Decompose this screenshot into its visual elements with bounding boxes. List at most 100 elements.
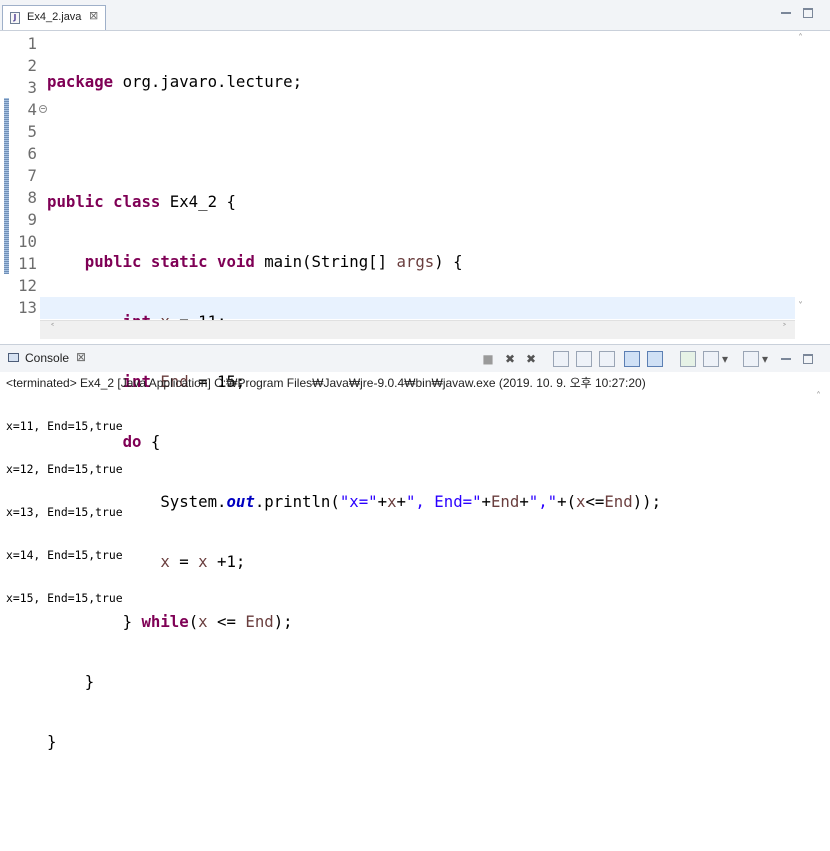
scroll-right-icon[interactable]: ˃ <box>782 323 787 334</box>
maximize-editor-icon[interactable] <box>803 8 813 18</box>
code-token: } <box>47 672 95 691</box>
close-tab-icon[interactable]: ⊠ <box>89 9 98 22</box>
code-text[interactable]: package org.javaro.lecture; public class… <box>47 33 661 851</box>
scroll-left-icon[interactable]: ˂ <box>50 323 55 334</box>
keyword: public static void <box>84 252 255 271</box>
scroll-down-icon[interactable]: ˅ <box>798 301 803 312</box>
fold-collapse-icon[interactable]: − <box>39 105 47 113</box>
line-number-with-fold: 4− <box>9 99 47 121</box>
code-token: ); <box>273 612 293 631</box>
local-variable: x <box>198 552 208 571</box>
code-token: System. <box>160 492 227 511</box>
code-editor[interactable]: 1 2 3 4− 5 6 7 8 9 10 11 12 13 package o… <box>0 31 830 751</box>
local-variable: x <box>576 492 586 511</box>
string-literal: "x=" <box>339 492 378 511</box>
line-number: 5 <box>27 122 37 141</box>
scroll-up-icon[interactable]: ˄ <box>816 391 821 402</box>
show-console-on-error-icon[interactable] <box>647 351 663 367</box>
editor-vertical-scrollbar[interactable]: ˄ ˅ <box>795 31 809 319</box>
code-line-9: x = x +1; <box>47 551 661 573</box>
editor-tab-bar: J Ex4_2.java ⊠ <box>0 0 830 31</box>
console-tab[interactable]: Console ⊠ <box>0 345 96 373</box>
code-line-8: System.out.println("x="+x+", End="+End+"… <box>47 491 661 513</box>
line-number: 4 <box>27 100 37 119</box>
show-console-on-output-icon[interactable] <box>624 351 640 367</box>
code-token: ( <box>188 612 199 631</box>
line-number: 6 <box>27 144 37 163</box>
line-number: 8 <box>27 188 37 207</box>
console-view-header: Console ⊠ ■ ✖ ✖ ▾ ▾ <box>0 344 830 372</box>
line-number: 1 <box>27 34 37 53</box>
close-console-icon[interactable]: ⊠ <box>76 350 86 364</box>
console-vertical-scrollbar[interactable]: ˄ <box>812 391 828 474</box>
line-number: 12 <box>18 276 37 295</box>
open-console-icon[interactable] <box>743 351 759 367</box>
code-token: } <box>122 612 142 631</box>
line-number: 13 <box>18 298 37 317</box>
keyword: public class <box>47 192 161 211</box>
line-number-gutter: 1 2 3 4− 5 6 7 8 9 10 11 12 13 <box>9 33 47 319</box>
console-output[interactable]: x=11, End=15,true x=12, End=15,true x=13… <box>6 391 123 620</box>
code-token: + <box>377 492 388 511</box>
local-variable: End <box>490 492 520 511</box>
line-number: 2 <box>27 56 37 75</box>
code-line-1: package org.javaro.lecture; <box>47 71 661 93</box>
chevron-down-icon[interactable]: ▾ <box>760 351 770 367</box>
code-token: } <box>47 732 57 751</box>
code-token: { <box>141 432 161 451</box>
minimize-console-icon[interactable] <box>781 354 791 364</box>
remove-all-terminated-icon[interactable]: ✖ <box>523 351 539 367</box>
code-token: main(String[] <box>254 252 397 271</box>
word-wrap-icon[interactable] <box>599 351 615 367</box>
keyword: do <box>122 432 142 451</box>
maximize-console-icon[interactable] <box>803 354 813 364</box>
scroll-up-icon[interactable]: ˄ <box>798 33 803 44</box>
editor-horizontal-scrollbar[interactable]: ˂ ˃ <box>40 320 795 339</box>
terminate-icon[interactable]: ■ <box>480 351 496 367</box>
console-output-line: x=11, End=15,true <box>6 419 123 433</box>
console-icon <box>8 353 19 362</box>
code-token: org.javaro.lecture; <box>113 72 303 91</box>
string-literal: "," <box>528 492 558 511</box>
code-token: .println( <box>254 492 340 511</box>
keyword: while <box>141 612 189 631</box>
local-variable: x <box>160 552 170 571</box>
local-variable: End <box>604 492 633 511</box>
code-token: = <box>169 552 199 571</box>
console-output-line: x=15, End=15,true <box>6 591 123 605</box>
local-variable: x <box>387 492 397 511</box>
code-token: + <box>481 492 491 511</box>
clear-console-icon[interactable] <box>553 351 569 367</box>
code-line-12: } <box>47 731 661 753</box>
console-output-line: x=12, End=15,true <box>6 462 123 476</box>
code-line-10: } while(x <= End); <box>47 611 661 633</box>
console-status-line: <terminated> Ex4_2 [Java Application] C:… <box>6 376 646 390</box>
editor-tab-ex4-2[interactable]: J Ex4_2.java ⊠ <box>2 5 106 30</box>
code-token: +( <box>557 492 577 511</box>
parameter: args <box>396 252 435 271</box>
code-token: <= <box>207 612 246 631</box>
local-variable: End <box>245 612 274 631</box>
console-output-line: x=13, End=15,true <box>6 505 123 519</box>
line-number: 9 <box>27 210 37 229</box>
display-selected-console-icon[interactable] <box>703 351 719 367</box>
line-number: 11 <box>18 254 37 273</box>
chevron-down-icon[interactable]: ▾ <box>720 351 730 367</box>
string-literal: ", End=" <box>405 492 482 511</box>
code-line-4: public static void main(String[] args) { <box>47 251 661 273</box>
minimize-editor-icon[interactable] <box>781 8 791 18</box>
remove-launch-icon[interactable]: ✖ <box>502 351 518 367</box>
line-number: 3 <box>27 78 37 97</box>
code-line-7: do { <box>47 431 661 453</box>
console-output-line: x=14, End=15,true <box>6 548 123 562</box>
static-field: out <box>226 492 255 511</box>
code-token: +1; <box>207 552 246 571</box>
code-token: + <box>396 492 406 511</box>
pin-console-icon[interactable] <box>680 351 696 367</box>
code-line-11: } <box>47 671 661 693</box>
scroll-lock-icon[interactable] <box>576 351 592 367</box>
java-file-icon: J <box>10 12 20 24</box>
